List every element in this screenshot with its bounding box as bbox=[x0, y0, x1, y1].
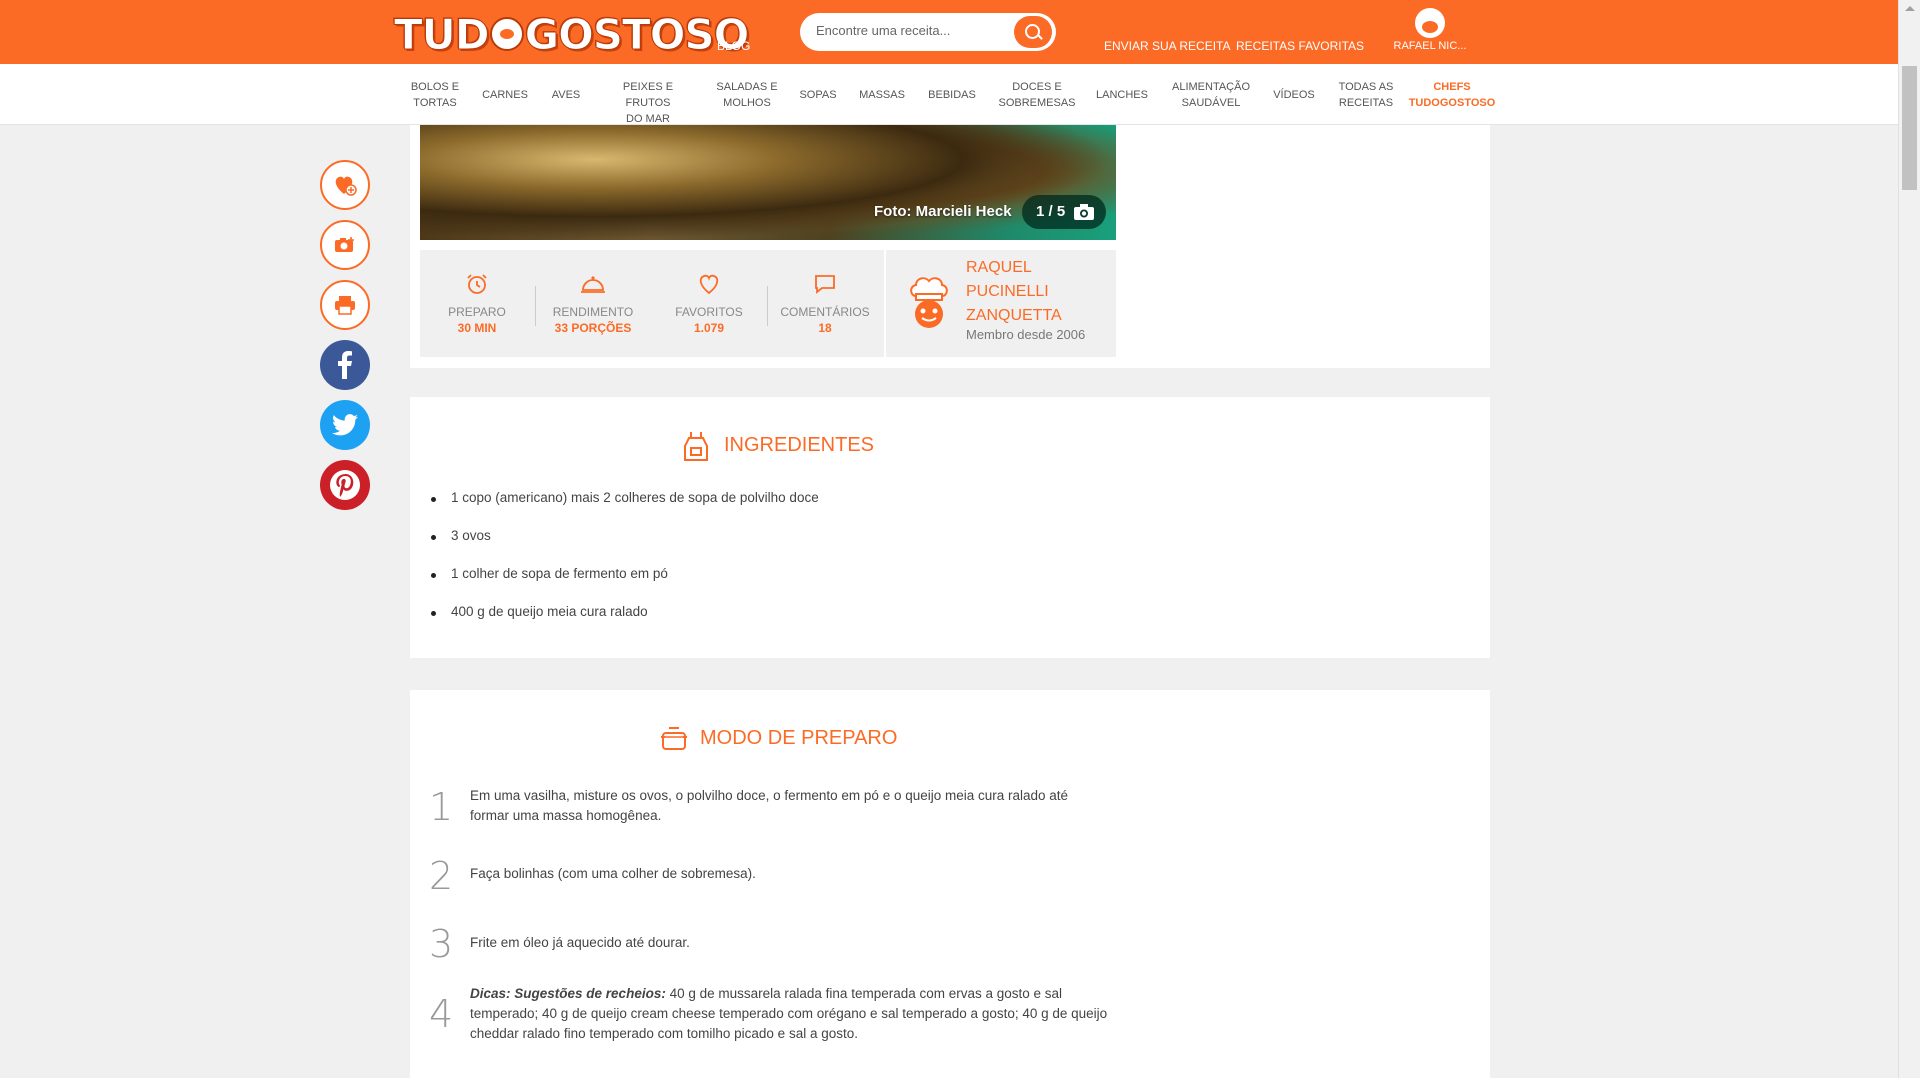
preparation-title: MODO DE PREPARO bbox=[700, 727, 898, 749]
twitter-share-button[interactable] bbox=[320, 400, 370, 450]
apron-icon bbox=[684, 432, 708, 461]
category-videos[interactable]: VÍDEOS bbox=[1266, 87, 1322, 103]
camera-plus-icon bbox=[335, 237, 354, 252]
category-lanches[interactable]: LANCHES bbox=[1092, 87, 1152, 103]
list-item: 400 g de queijo meia cura ralado bbox=[431, 604, 648, 619]
scrollbar-thumb[interactable] bbox=[1902, 66, 1917, 190]
stat-rendimento: RENDIMENTO 33 PORÇÕES bbox=[538, 272, 648, 335]
category-massas[interactable]: MASSAS bbox=[856, 87, 908, 103]
step-number: 3 bbox=[429, 922, 454, 966]
category-todas[interactable]: TODAS AS RECEITAS bbox=[1332, 79, 1400, 111]
avatar bbox=[1415, 8, 1445, 38]
chef-avatar-icon bbox=[910, 277, 948, 328]
author-member-since: Membro desde 2006 bbox=[966, 327, 1086, 342]
category-peixes[interactable]: PEIXES E FRUTOS DO MAR bbox=[600, 79, 696, 127]
list-item: 1 colher de sopa de fermento em pó bbox=[431, 566, 668, 581]
cloche-icon bbox=[581, 276, 605, 293]
photo-counter[interactable]: 1 / 5 bbox=[1022, 195, 1106, 229]
category-saladas[interactable]: SALADAS E MOLHOS bbox=[710, 79, 784, 111]
divider bbox=[535, 286, 536, 326]
twitter-icon bbox=[332, 414, 358, 436]
stat-preparo: PREPARO 30 MIN bbox=[422, 272, 532, 335]
heart-icon bbox=[699, 274, 719, 295]
pinterest-share-button[interactable] bbox=[320, 460, 370, 510]
user-name: RAFAEL NIC... bbox=[1393, 40, 1467, 52]
recipe-photo[interactable] bbox=[420, 125, 1116, 240]
comment-icon bbox=[815, 275, 835, 294]
search-input[interactable] bbox=[816, 23, 1006, 38]
stat-favoritos: FAVORITOS 1.079 bbox=[654, 272, 764, 335]
category-sopas[interactable]: SOPAS bbox=[794, 87, 842, 103]
site-logo[interactable]: TUD GOSTOSO bbox=[394, 9, 750, 59]
blog-link[interactable]: BLOG bbox=[717, 39, 750, 53]
scroll-up-arrow-icon[interactable] bbox=[1905, 6, 1915, 11]
recipe-stats: PREPARO 30 MIN RENDIMENTO 33 PORÇÕES FAV… bbox=[420, 250, 884, 357]
step-text-tip: Dicas: Sugestões de recheios: 40 g de mu… bbox=[470, 986, 1108, 1041]
step-text: Em uma vasilha, misture os ovos, o polvi… bbox=[470, 788, 1069, 823]
step-text: Faça bolinhas (com uma colher de sobreme… bbox=[470, 866, 756, 881]
facebook-share-button[interactable] bbox=[320, 340, 370, 390]
list-item: 1 copo (americano) mais 2 colheres de so… bbox=[431, 490, 819, 505]
ingredients-title: INGREDIENTES bbox=[724, 434, 875, 456]
category-nav: BOLOS E TORTAS CARNES AVES PEIXES E FRUTO… bbox=[0, 64, 1898, 125]
category-doces[interactable]: DOCES E SOBREMESAS bbox=[994, 79, 1080, 111]
printer-icon bbox=[335, 296, 355, 315]
category-alimentacao[interactable]: ALIMENTAÇÃO SAUDÁVEL bbox=[1166, 79, 1256, 111]
step-number: 2 bbox=[429, 854, 454, 898]
user-menu[interactable]: RAFAEL NIC... bbox=[1380, 8, 1480, 52]
author-name[interactable]: RAQUEL PUCINELLI ZANQUETTA bbox=[966, 256, 1106, 328]
stat-comentarios[interactable]: COMENTÁRIOS 18 bbox=[770, 272, 880, 335]
list-item: 3 ovos bbox=[431, 528, 491, 543]
step-number: 4 bbox=[429, 992, 454, 1036]
divider bbox=[767, 286, 768, 326]
category-aves[interactable]: AVES bbox=[546, 87, 586, 103]
logo-text: TUD bbox=[394, 9, 491, 59]
category-chefs[interactable]: CHEFS TUDOGOSTOSO bbox=[1404, 79, 1500, 111]
search-icon[interactable] bbox=[1014, 16, 1052, 48]
category-carnes[interactable]: CARNES bbox=[480, 87, 530, 103]
photo-credit: Foto: Marcieli Heck bbox=[874, 203, 1012, 220]
scrollbar[interactable] bbox=[1898, 0, 1920, 1078]
print-button[interactable] bbox=[320, 280, 370, 330]
facebook-icon bbox=[338, 351, 352, 379]
chef-hat-icon bbox=[489, 17, 524, 51]
author-box[interactable]: RAQUEL PUCINELLI ZANQUETTA Membro desde … bbox=[886, 250, 1116, 357]
send-recipe-link[interactable]: ENVIAR SUA RECEITA bbox=[1104, 39, 1230, 53]
category-bolos-tortas[interactable]: BOLOS E TORTAS bbox=[410, 79, 460, 111]
cooking-pot-icon bbox=[661, 727, 687, 750]
add-photo-button[interactable] bbox=[320, 220, 370, 270]
favorite-recipes-link[interactable]: RECEITAS FAVORITAS bbox=[1236, 39, 1364, 53]
step-text: Frite em óleo já aquecido até dourar. bbox=[470, 935, 690, 950]
category-bebidas[interactable]: BEBIDAS bbox=[922, 87, 982, 103]
pinterest-icon bbox=[330, 470, 360, 500]
heart-plus-icon bbox=[335, 176, 357, 196]
tip-label: Dicas: Sugestões de recheios: bbox=[470, 986, 666, 1001]
search-box bbox=[800, 13, 1056, 51]
alarm-clock-icon bbox=[467, 274, 487, 294]
step-number: 1 bbox=[429, 785, 454, 829]
top-bar: TUDGOSTOSO BLOG ENVIAR SUA RECEITA RECEI… bbox=[0, 0, 1898, 64]
camera-icon bbox=[1074, 204, 1094, 220]
add-favorite-button[interactable] bbox=[320, 160, 370, 210]
